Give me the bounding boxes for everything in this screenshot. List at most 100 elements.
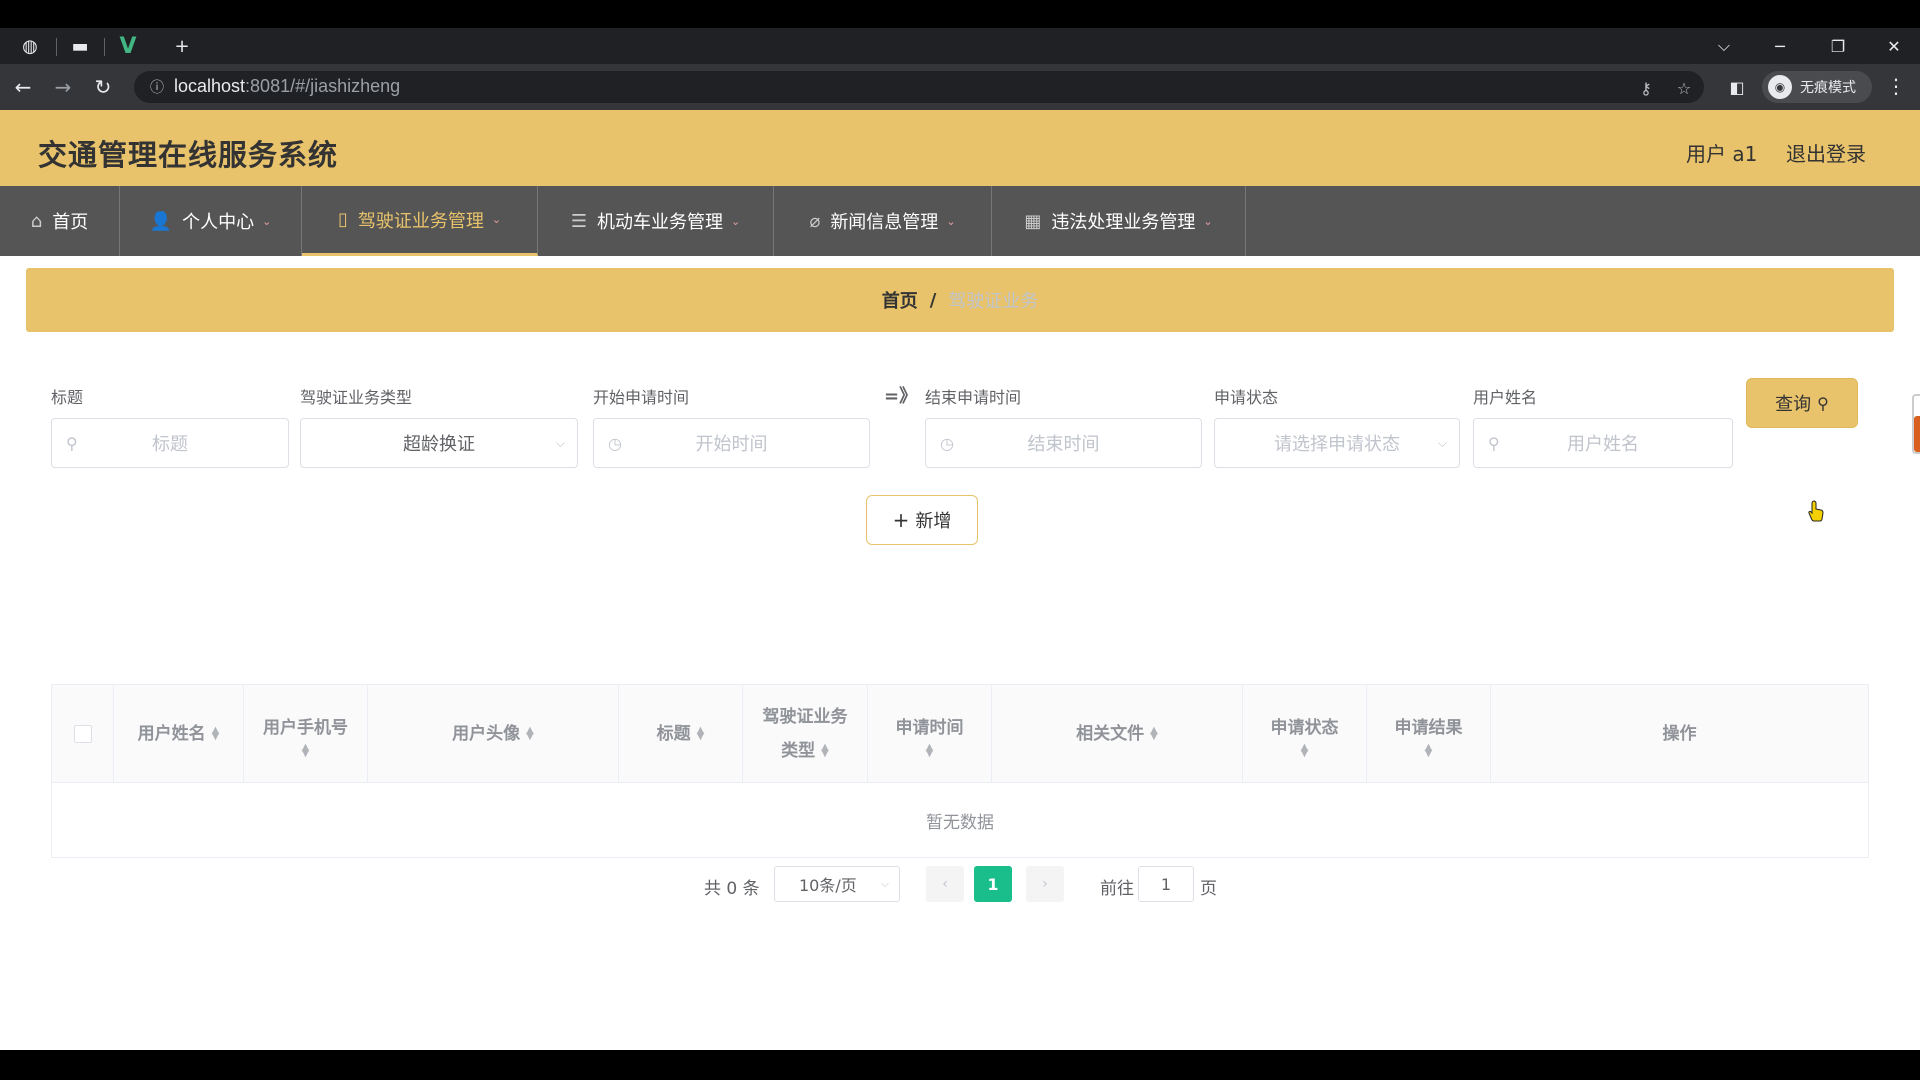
end-time-picker[interactable]: ◷ 结束时间	[925, 418, 1202, 468]
nav-item-home[interactable]: ⌂ 首页	[0, 186, 120, 256]
nav-item-violation-management[interactable]: ▦ 违法处理业务管理 ⌄	[992, 186, 1246, 256]
chevron-down-icon: ⌵	[1437, 435, 1447, 450]
empty-text: 暂无数据	[926, 812, 994, 833]
logout-link[interactable]: 退出登录	[1786, 138, 1866, 167]
col-result-label: 申请结果	[1394, 717, 1463, 738]
new-tab-icon[interactable]: +	[170, 34, 194, 58]
page-size-select[interactable]: 10条/页 ⌵	[774, 866, 900, 902]
sort-icon[interactable]: ▲ ▼	[1301, 742, 1309, 758]
col-username-label: 用户姓名	[137, 723, 206, 744]
chevron-down-icon: ⌄	[730, 214, 741, 228]
list-icon: ☰	[570, 210, 587, 232]
select-all-checkbox[interactable]	[73, 724, 92, 743]
type-filter-label: 驾驶证业务类型	[300, 388, 413, 407]
back-icon[interactable]: ←	[10, 74, 36, 100]
search-icon: ⚲	[1488, 433, 1500, 453]
goto-page-input[interactable]: 1	[1138, 866, 1194, 902]
nav-item-label: 新闻信息管理	[830, 212, 939, 233]
type-filter-select[interactable]: 超龄换证 ⌵	[300, 418, 578, 468]
col-status[interactable]: 申请状态 ▲ ▼	[1243, 685, 1367, 782]
col-avatar-label: 用户头像	[452, 723, 521, 744]
tab-separator	[56, 38, 57, 56]
tab-window-icon[interactable]: ▬	[68, 34, 92, 58]
side-panel-icon[interactable]: ◧	[1724, 74, 1750, 100]
home-icon: ⌂	[30, 210, 43, 232]
col-title-label: 标题	[656, 723, 691, 744]
chevron-down-icon: ⌄	[262, 214, 272, 228]
end-time-label: 结束申请时间	[925, 388, 1022, 407]
add-button-label: 新增	[915, 511, 952, 532]
bookmark-star-icon[interactable]: ☆	[1672, 76, 1696, 100]
start-time-picker[interactable]: ◷ 开始时间	[593, 418, 870, 468]
letterbox-bottom	[0, 1050, 1920, 1080]
sort-icon[interactable]: ▲ ▼	[1425, 742, 1433, 758]
browser-tab-strip: ◍ ▬ V + ⌵ ─ ❐ ✕	[0, 28, 1920, 64]
data-table: 用户姓名 ▲ ▼ 用户手机号 ▲ ▼ 用户头像 ▲ ▼ 标题 ▲ ▼ 驾驶证业务 类	[51, 684, 1869, 858]
url-text[interactable]: localhost:8081/#/jiashizheng	[174, 76, 400, 97]
sort-icon[interactable]: ▲ ▼	[526, 725, 534, 741]
prev-page-button[interactable]: ‹	[926, 866, 964, 902]
add-button[interactable]: + 新增	[866, 495, 978, 545]
col-status-label: 申请状态	[1270, 717, 1339, 738]
sort-icon[interactable]: ▲ ▼	[926, 742, 934, 758]
sort-icon[interactable]: ▲ ▼	[302, 742, 310, 758]
col-phone-label: 用户手机号	[263, 717, 348, 738]
breadcrumb-home[interactable]: 首页	[882, 287, 918, 313]
table-header: 用户姓名 ▲ ▼ 用户手机号 ▲ ▼ 用户头像 ▲ ▼ 标题 ▲ ▼ 驾驶证业务 类	[52, 685, 1868, 783]
address-bar[interactable]: ⓘ localhost:8081/#/jiashizheng ⚷ ☆	[134, 71, 1704, 103]
url-host: localhost	[174, 76, 246, 96]
clock-icon: ◷	[608, 433, 622, 453]
nav-item-license-management[interactable]: ▯ 驾驶证业务管理 ⌄	[302, 186, 538, 256]
sort-icon[interactable]: ▲ ▼	[212, 725, 220, 741]
page-size-value: 10条/页	[799, 876, 857, 895]
incognito-indicator[interactable]: ◉ 无痕模式	[1762, 71, 1872, 103]
breadcrumb: 首页 / 驾驶证业务	[26, 268, 1894, 332]
col-time-label: 申请时间	[895, 717, 964, 738]
username-filter-input[interactable]: ⚲ 用户姓名	[1473, 418, 1733, 468]
url-path: :8081/#/jiashizheng	[245, 76, 401, 96]
page-number-current[interactable]: 1	[974, 866, 1012, 902]
close-window-icon[interactable]: ✕	[1874, 32, 1914, 60]
reload-icon[interactable]: ↻	[90, 74, 116, 100]
col-files[interactable]: 相关文件 ▲ ▼	[992, 685, 1243, 782]
forward-icon[interactable]: →	[50, 74, 76, 100]
col-type[interactable]: 驾驶证业务 类型 ▲ ▼	[743, 685, 868, 782]
sort-icon[interactable]: ▲ ▼	[1150, 725, 1158, 741]
type-filter-value: 超龄换证	[403, 434, 475, 455]
vue-tab-icon[interactable]: V	[116, 34, 140, 59]
sort-icon[interactable]: ▲ ▼	[821, 742, 829, 758]
main-content: 标题 ⚲ 标题 驾驶证业务类型 超龄换证 ⌵ 开始申请时间 ◷ 开始时间 =》 …	[26, 342, 1894, 902]
restore-icon[interactable]: ❐	[1818, 32, 1858, 60]
nav-item-news-management[interactable]: ⌀ 新闻信息管理 ⌄	[774, 186, 992, 256]
browser-menu-icon[interactable]: ⋮	[1886, 74, 1906, 98]
username-filter-placeholder: 用户姓名	[1567, 434, 1639, 455]
col-title[interactable]: 标题 ▲ ▼	[619, 685, 743, 782]
nav-item-personal-center[interactable]: 👤 个人中心 ⌄	[120, 186, 302, 256]
table-empty-state: 暂无数据	[52, 783, 1868, 857]
col-result[interactable]: 申请结果 ▲ ▼	[1367, 685, 1491, 782]
key-icon[interactable]: ⚷	[1634, 76, 1658, 100]
search-button-label: 查询	[1775, 394, 1812, 415]
col-username[interactable]: 用户姓名 ▲ ▼	[114, 685, 244, 782]
site-info-icon[interactable]: ⓘ	[146, 76, 168, 98]
chevron-down-icon: ⌵	[880, 877, 889, 890]
search-button[interactable]: 查询 ⚲	[1746, 378, 1858, 428]
col-time[interactable]: 申请时间 ▲ ▼	[868, 685, 992, 782]
col-files-label: 相关文件	[1076, 723, 1145, 744]
nav-item-vehicle-management[interactable]: ☰ 机动车业务管理 ⌄	[538, 186, 774, 256]
minimize-icon[interactable]: ─	[1760, 32, 1800, 60]
sort-icon[interactable]: ▲ ▼	[697, 725, 705, 741]
globe-icon[interactable]: ◍	[18, 34, 42, 58]
status-filter-select[interactable]: 请选择申请状态 ⌵	[1214, 418, 1460, 468]
pagination: 共 0 条 10条/页 ⌵ ‹ 1 › 前往 1 页	[26, 864, 1894, 904]
title-filter-input[interactable]: ⚲ 标题	[51, 418, 289, 468]
nav-item-label: 首页	[52, 212, 89, 233]
tab-search-chevron-icon[interactable]: ⌵	[1704, 32, 1744, 60]
end-time-placeholder: 结束时间	[1027, 434, 1100, 455]
col-avatar[interactable]: 用户头像 ▲ ▼	[368, 685, 619, 782]
next-page-button[interactable]: ›	[1026, 866, 1064, 902]
search-icon: ⚲	[66, 433, 78, 453]
col-phone[interactable]: 用户手机号 ▲ ▼	[244, 685, 368, 782]
status-filter-label: 申请状态	[1214, 388, 1279, 407]
title-filter-label: 标题	[51, 388, 84, 407]
